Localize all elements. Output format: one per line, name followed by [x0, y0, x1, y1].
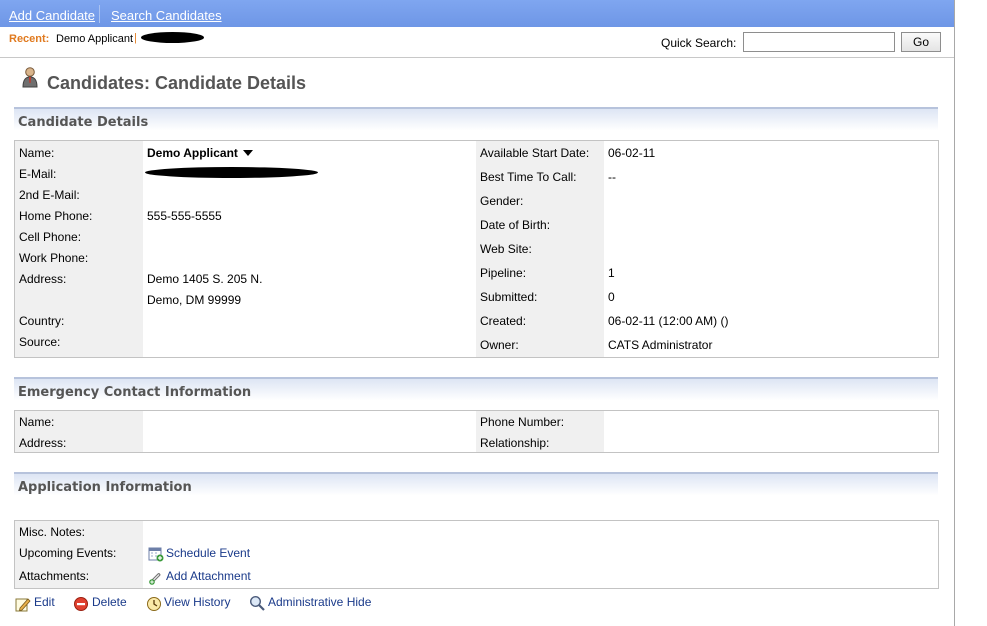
- owner-label: Owner:: [480, 338, 519, 352]
- delete-link[interactable]: Delete: [92, 595, 127, 609]
- best-time-to-call-label: Best Time To Call:: [480, 170, 577, 184]
- delete-icon: [74, 597, 88, 611]
- candidate-person-icon: [22, 67, 38, 88]
- schedule-event-link[interactable]: Schedule Event: [166, 546, 250, 560]
- magnifier-icon: [249, 595, 265, 611]
- application-info-header: Application Information: [14, 472, 938, 498]
- redaction-mark: [145, 167, 318, 178]
- section-title: Candidate Details: [18, 115, 149, 130]
- home-phone-value: 555-555-5555: [147, 209, 222, 223]
- section-title: Application Information: [18, 480, 192, 495]
- page: Add Candidate Search Candidates Recent: …: [0, 0, 955, 626]
- attachments-label: Attachments:: [19, 569, 90, 583]
- pipeline-label: Pipeline:: [480, 266, 527, 280]
- second-email-label: 2nd E-Mail:: [19, 188, 80, 202]
- created-value: 06-02-11 (12:00 AM) (): [608, 314, 729, 328]
- search-candidates-link[interactable]: Search Candidates: [111, 8, 222, 23]
- history-icon: [147, 597, 161, 611]
- add-candidate-link[interactable]: Add Candidate: [9, 8, 95, 23]
- address-line1-value: Demo 1405 S. 205 N.: [147, 272, 263, 286]
- emergency-contact-box: Name: Address: Phone Number: Relationshi…: [14, 410, 939, 453]
- nav-separator: [99, 5, 100, 23]
- web-site-label: Web Site:: [480, 242, 532, 256]
- recent-item-link[interactable]: Demo Applicant: [56, 33, 133, 45]
- submitted-label: Submitted:: [480, 290, 538, 304]
- page-title: Candidates: Candidate Details: [47, 73, 307, 93]
- home-phone-label: Home Phone:: [19, 209, 93, 223]
- paperclip-add-icon: [149, 573, 161, 585]
- emergency-contact-header: Emergency Contact Information: [14, 377, 938, 403]
- owner-value: CATS Administrator: [608, 338, 713, 352]
- quick-search-go-button[interactable]: Go: [901, 32, 941, 52]
- cell-phone-label: Cell Phone:: [19, 230, 82, 244]
- candidate-name-menu[interactable]: Demo Applicant: [147, 146, 254, 160]
- address-label: Address:: [19, 272, 67, 286]
- work-phone-label: Work Phone:: [19, 251, 89, 265]
- misc-notes-label: Misc. Notes:: [19, 525, 86, 539]
- recent-bar: Recent: Demo Applicant | Quick Search: G…: [0, 27, 954, 58]
- top-nav-bar: Add Candidate Search Candidates: [0, 0, 954, 27]
- quick-search-input[interactable]: [743, 32, 895, 52]
- available-start-date-value: 06-02-11: [608, 146, 656, 160]
- gender-label: Gender:: [480, 194, 524, 208]
- name-label: Name:: [19, 146, 55, 160]
- best-time-to-call-value: --: [608, 170, 616, 184]
- emergency-address-label: Address:: [19, 436, 67, 450]
- email-label: E-Mail:: [19, 167, 57, 181]
- created-label: Created:: [480, 314, 527, 328]
- redaction-mark: [141, 32, 204, 43]
- candidate-details-header: Candidate Details: [14, 107, 938, 133]
- address-line2-value: Demo, DM 99999: [147, 293, 242, 307]
- view-history-link[interactable]: View History: [164, 595, 230, 609]
- submitted-value: 0: [608, 290, 615, 304]
- add-attachment-link[interactable]: Add Attachment: [166, 569, 251, 583]
- date-of-birth-label: Date of Birth:: [480, 218, 551, 232]
- calendar-add-icon: [148, 547, 164, 562]
- available-start-date-label: Available Start Date:: [480, 146, 590, 160]
- edit-link[interactable]: Edit: [34, 595, 55, 609]
- recent-label: Recent:: [9, 33, 50, 45]
- administrative-hide-link[interactable]: Administrative Hide: [268, 595, 371, 609]
- pipeline-value: 1: [608, 266, 615, 280]
- source-label: Source:: [19, 335, 61, 349]
- emergency-relationship-label: Relationship:: [480, 436, 550, 450]
- chevron-down-icon: [243, 150, 254, 156]
- candidate-details-box: Name: E-Mail: 2nd E-Mail: Home Phone: Ce…: [14, 140, 939, 358]
- country-label: Country:: [19, 314, 65, 328]
- recent-separator: |: [134, 32, 137, 44]
- emergency-phone-label: Phone Number:: [480, 415, 565, 429]
- upcoming-events-label: Upcoming Events:: [19, 546, 117, 560]
- section-title: Emergency Contact Information: [18, 385, 252, 400]
- quick-search-label: Quick Search:: [661, 36, 737, 50]
- candidate-name: Demo Applicant: [147, 146, 238, 160]
- emergency-name-label: Name:: [19, 415, 55, 429]
- edit-icon: [15, 598, 31, 612]
- application-info-box: Misc. Notes: Upcoming Events: Attachment…: [14, 520, 939, 589]
